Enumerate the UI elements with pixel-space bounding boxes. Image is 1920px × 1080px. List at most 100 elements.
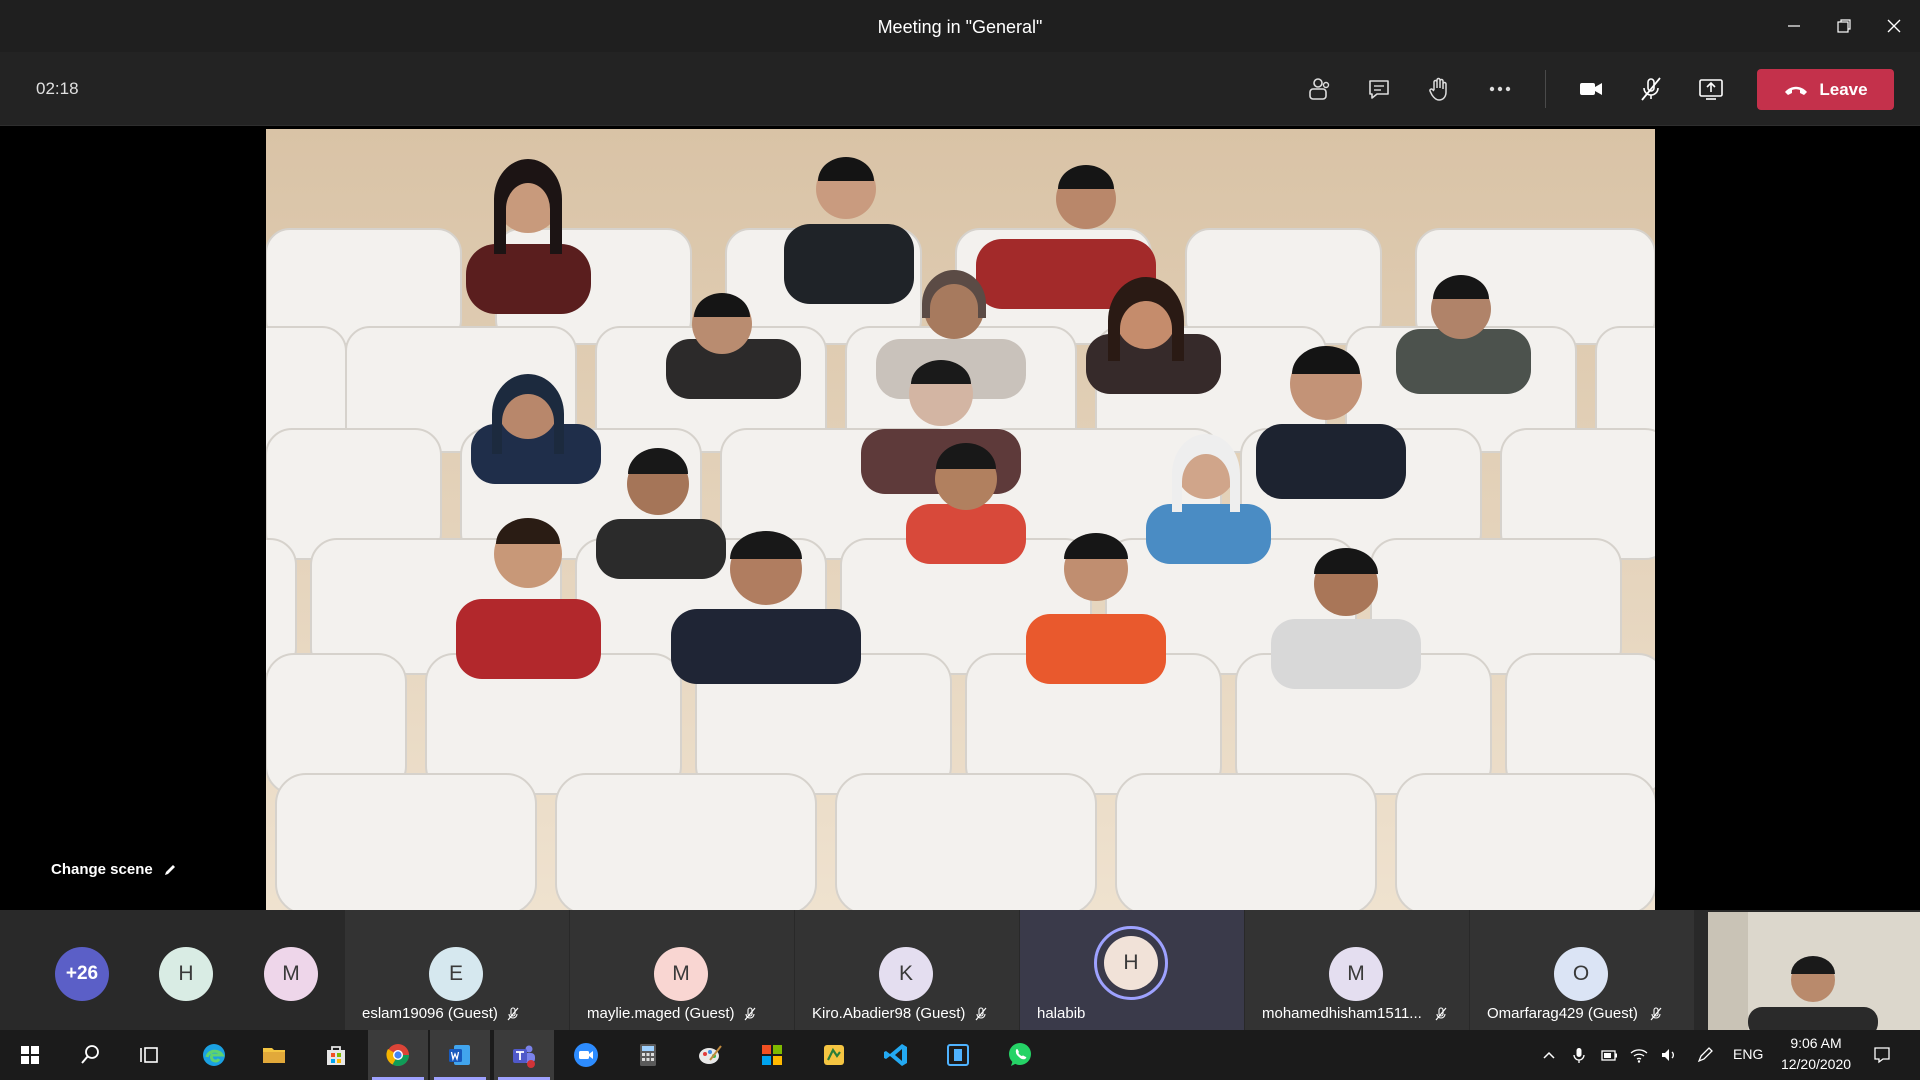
more-actions-button[interactable] bbox=[1478, 67, 1522, 111]
participant-tile[interactable]: M mohamedhisham1511... bbox=[1245, 910, 1469, 1030]
chat-icon bbox=[1369, 80, 1389, 99]
windows-taskbar: ENG 9:06 AM 12/20/2020 bbox=[0, 1030, 1920, 1080]
meeting-timer: 02:18 bbox=[36, 79, 79, 98]
participant-avatar[interactable]: M bbox=[264, 947, 318, 1001]
show-hidden-icons-button[interactable] bbox=[1536, 1030, 1562, 1080]
participant-name: eslam19096 (Guest) bbox=[362, 1005, 498, 1022]
clock-date[interactable]: 12/20/2020 bbox=[1776, 1056, 1856, 1072]
participant-tile[interactable]: O Omarfarag429 (Guest) bbox=[1470, 910, 1694, 1030]
restore-icon bbox=[1837, 19, 1851, 33]
participant-tile[interactable]: E eslam19096 (Guest) bbox=[345, 910, 569, 1030]
zoom-icon bbox=[574, 1043, 598, 1067]
mic-off-icon bbox=[1435, 1007, 1447, 1021]
participant-name: Omarfarag429 (Guest) bbox=[1487, 1005, 1638, 1022]
pinned-app[interactable] bbox=[804, 1030, 864, 1080]
participant-avatar: M bbox=[654, 947, 708, 1001]
participant-avatar: M bbox=[1329, 947, 1383, 1001]
show-participants-button[interactable] bbox=[1296, 67, 1340, 111]
teams-app[interactable] bbox=[494, 1030, 554, 1080]
task-view-icon bbox=[140, 1047, 158, 1063]
word-app[interactable] bbox=[430, 1030, 490, 1080]
paint-app[interactable] bbox=[680, 1030, 740, 1080]
pen-icon bbox=[1697, 1047, 1713, 1063]
calculator-icon bbox=[640, 1044, 656, 1066]
speaker-icon bbox=[1662, 1049, 1674, 1061]
office-icon bbox=[762, 1045, 782, 1065]
change-scene-button[interactable]: Change scene bbox=[51, 861, 177, 878]
office-app[interactable] bbox=[742, 1030, 802, 1080]
participant-avatar: K bbox=[879, 947, 933, 1001]
change-scene-label: Change scene bbox=[51, 861, 153, 878]
calculator-app[interactable] bbox=[618, 1030, 678, 1080]
word-icon bbox=[449, 1045, 470, 1065]
input-language[interactable]: ENG bbox=[1733, 1046, 1763, 1062]
mic-off-icon bbox=[1650, 1007, 1662, 1021]
teams-icon bbox=[513, 1045, 535, 1068]
chrome-app[interactable] bbox=[368, 1030, 428, 1080]
hang-up-icon bbox=[1785, 86, 1808, 95]
meeting-stage: Change scene bbox=[0, 127, 1920, 910]
participant-avatar: H bbox=[1104, 936, 1158, 990]
folder-icon bbox=[263, 1048, 285, 1063]
network-tray-button[interactable] bbox=[1626, 1030, 1652, 1080]
minimize-icon bbox=[1788, 25, 1800, 27]
microphone-tray-button[interactable] bbox=[1566, 1030, 1592, 1080]
restore-button[interactable] bbox=[1819, 0, 1869, 52]
meeting-toolbar: 02:18 Leave bbox=[0, 52, 1920, 126]
vscode-icon bbox=[884, 1044, 907, 1066]
leave-label: Leave bbox=[1819, 79, 1868, 99]
minimize-button[interactable] bbox=[1769, 0, 1819, 52]
participant-name: maylie.maged (Guest) bbox=[587, 1005, 735, 1022]
close-button[interactable] bbox=[1869, 0, 1919, 52]
store-app[interactable] bbox=[306, 1030, 366, 1080]
chevron-up-icon bbox=[1543, 1051, 1555, 1059]
volume-tray-button[interactable] bbox=[1656, 1030, 1682, 1080]
self-view-video[interactable] bbox=[1708, 912, 1920, 1030]
notification-icon bbox=[1874, 1047, 1890, 1064]
start-button[interactable] bbox=[0, 1030, 60, 1080]
task-view-button[interactable] bbox=[120, 1030, 180, 1080]
edge-app[interactable] bbox=[184, 1030, 244, 1080]
app-icon bbox=[824, 1045, 844, 1065]
mute-button[interactable] bbox=[1629, 67, 1673, 111]
participant-strip: +26 H M E eslam19096 (Guest) M maylie.ma… bbox=[0, 910, 1920, 1030]
microphone-icon bbox=[1573, 1048, 1585, 1063]
clock-time[interactable]: 9:06 AM bbox=[1784, 1035, 1848, 1051]
close-icon bbox=[1887, 19, 1901, 33]
notifications-button[interactable] bbox=[1864, 1030, 1900, 1080]
mic-off-icon bbox=[744, 1007, 756, 1021]
file-explorer-app[interactable] bbox=[244, 1030, 304, 1080]
vscode-app[interactable] bbox=[866, 1030, 926, 1080]
title-bar: Meeting in "General" bbox=[0, 0, 1920, 52]
participant-avatar[interactable]: H bbox=[159, 947, 213, 1001]
battery-icon bbox=[1601, 1050, 1617, 1061]
toolbar-divider bbox=[1545, 70, 1546, 108]
participant-name: halabib bbox=[1037, 1005, 1086, 1022]
wifi-icon bbox=[1630, 1049, 1648, 1063]
participants-icon bbox=[1309, 78, 1330, 100]
chrome-icon bbox=[386, 1044, 409, 1066]
window-title: Meeting in "General" bbox=[877, 17, 1043, 37]
share-screen-button[interactable] bbox=[1689, 67, 1733, 111]
participant-tile-speaking[interactable]: H halabib bbox=[1020, 910, 1244, 1030]
battery-tray-button[interactable] bbox=[1596, 1030, 1622, 1080]
mic-off-icon bbox=[1641, 77, 1661, 101]
participant-name: Kiro.Abadier98 (Guest) bbox=[812, 1005, 966, 1022]
participant-name: mohamedhisham1511... bbox=[1262, 1005, 1422, 1022]
pinned-app-2[interactable] bbox=[928, 1030, 988, 1080]
participant-avatar: O bbox=[1554, 947, 1608, 1001]
participant-tile[interactable]: K Kiro.Abadier98 (Guest) bbox=[795, 910, 1019, 1030]
pen-tray-button[interactable] bbox=[1692, 1030, 1718, 1080]
zoom-app[interactable] bbox=[556, 1030, 616, 1080]
leave-button[interactable]: Leave bbox=[1757, 69, 1894, 110]
mic-off-icon bbox=[507, 1007, 519, 1021]
raise-hand-button[interactable] bbox=[1417, 67, 1461, 111]
mic-off-icon bbox=[975, 1007, 987, 1021]
more-participants-button[interactable]: +26 bbox=[55, 947, 109, 1001]
participant-tile[interactable]: M maylie.maged (Guest) bbox=[570, 910, 794, 1030]
whatsapp-app[interactable] bbox=[990, 1030, 1050, 1080]
camera-button[interactable] bbox=[1569, 67, 1613, 111]
search-button[interactable] bbox=[60, 1030, 120, 1080]
show-conversation-button[interactable] bbox=[1357, 67, 1401, 111]
store-icon bbox=[327, 1046, 345, 1065]
